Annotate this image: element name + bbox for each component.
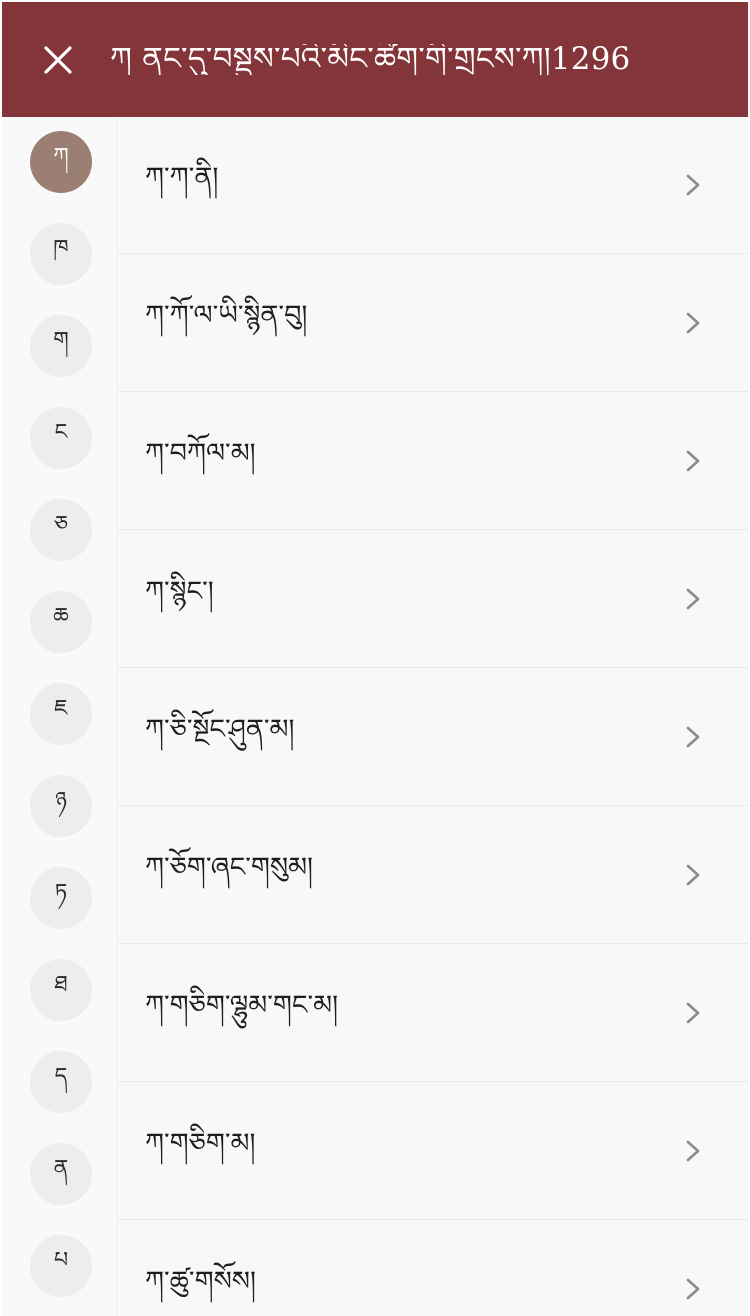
index-letter-button[interactable]: ཀ <box>30 131 92 193</box>
chevron-right-icon <box>678 860 708 890</box>
list-item-label: ཀ་ཚུ་གསོས། <box>145 1266 257 1297</box>
list-item-label: ཀ་གཅིག་མ། <box>145 1128 256 1159</box>
index-letter-button[interactable]: ཉ <box>30 775 92 837</box>
index-letter-button[interactable]: ཐ <box>30 959 92 1021</box>
chevron-right-icon <box>678 722 708 752</box>
index-letter-button[interactable]: ད <box>30 1051 92 1113</box>
list-item[interactable]: ཀ་སྙིང་། <box>119 531 748 668</box>
chevron-right-icon <box>678 584 708 614</box>
index-letter-button[interactable]: ཁ <box>30 223 92 285</box>
chevron-right-icon <box>678 170 708 200</box>
chevron-right-icon <box>678 446 708 476</box>
chevron-right-icon <box>678 998 708 1028</box>
chevron-right-icon <box>678 308 708 338</box>
list-item-label: ཀ་ཅི་སྔོང་ཤུན་མ། <box>145 714 295 745</box>
page-title: ཀ ནང་དུ་བསྡུས་པའི་མིང་ཚིག་གི་གྲངས་ཀ།1296 <box>110 44 631 75</box>
app-root: ཀ ནང་དུ་བསྡུས་པའི་མིང་ཚིག་གི་གྲངས་ཀ།1296… <box>0 0 750 1316</box>
list-item[interactable]: ཀ་གཅིག་མ། <box>119 1083 748 1220</box>
index-letter-button[interactable]: ཏ <box>30 867 92 929</box>
list-item[interactable]: ཀ་ཅི་སྔོང་ཤུན་མ། <box>119 669 748 806</box>
close-icon <box>44 45 72 74</box>
list-item[interactable]: ཀ་ཅོག་ཞང་གསུམ། <box>119 807 748 944</box>
list-item-label: ཀ་ཀོ་ལ་ཡི་སྙིན་བུ། <box>145 300 308 331</box>
chevron-right-icon <box>678 1136 708 1166</box>
list-item[interactable]: ཀ་བཀོལ་མ། <box>119 393 748 530</box>
list-item-label: ཀ་སྙིང་། <box>145 576 214 607</box>
list-item[interactable]: ཀ་ཀོ་ལ་ཡི་སྙིན་བུ། <box>119 255 748 392</box>
chevron-right-icon <box>678 1274 708 1304</box>
list-item-label: ཀ་གཅིག་ལྷུམ་གང་མ། <box>145 990 339 1021</box>
list-item[interactable]: ཀ་གཅིག་ལྷུམ་གང་མ། <box>119 945 748 1082</box>
entry-list: ཀ་ཀ་ནི། ཀ་ཀོ་ལ་ཡི་སྙིན་བུ། ཀ་བཀོལ་མ། ཀ་སྙིང… <box>119 117 748 1316</box>
list-item[interactable]: ཀ་ཚུ་གསོས། <box>119 1221 748 1316</box>
close-button[interactable] <box>30 32 86 88</box>
index-letter-button[interactable]: ན <box>30 1143 92 1205</box>
index-letter-button[interactable]: ག <box>30 315 92 377</box>
index-letter-button[interactable]: ང <box>30 407 92 469</box>
index-letter-button[interactable]: ཆ <box>30 591 92 653</box>
list-item[interactable]: ཀ་ཀ་ནི། <box>119 117 748 254</box>
index-letter-button[interactable]: ཇ <box>30 683 92 745</box>
letter-index-sidebar: ཀཁགངཅཆཇཉཏཐདནཔ <box>2 117 118 1316</box>
list-item-label: ཀ་ཅོག་ཞང་གསུམ། <box>145 852 314 883</box>
index-letter-button[interactable]: ཅ <box>30 499 92 561</box>
index-letter-button[interactable]: པ <box>30 1235 92 1297</box>
list-item-label: ཀ་བཀོལ་མ། <box>145 438 256 469</box>
list-item-label: ཀ་ཀ་ནི། <box>145 162 219 193</box>
app-header: ཀ ནང་དུ་བསྡུས་པའི་མིང་ཚིག་གི་གྲངས་ཀ།1296 <box>2 2 748 117</box>
